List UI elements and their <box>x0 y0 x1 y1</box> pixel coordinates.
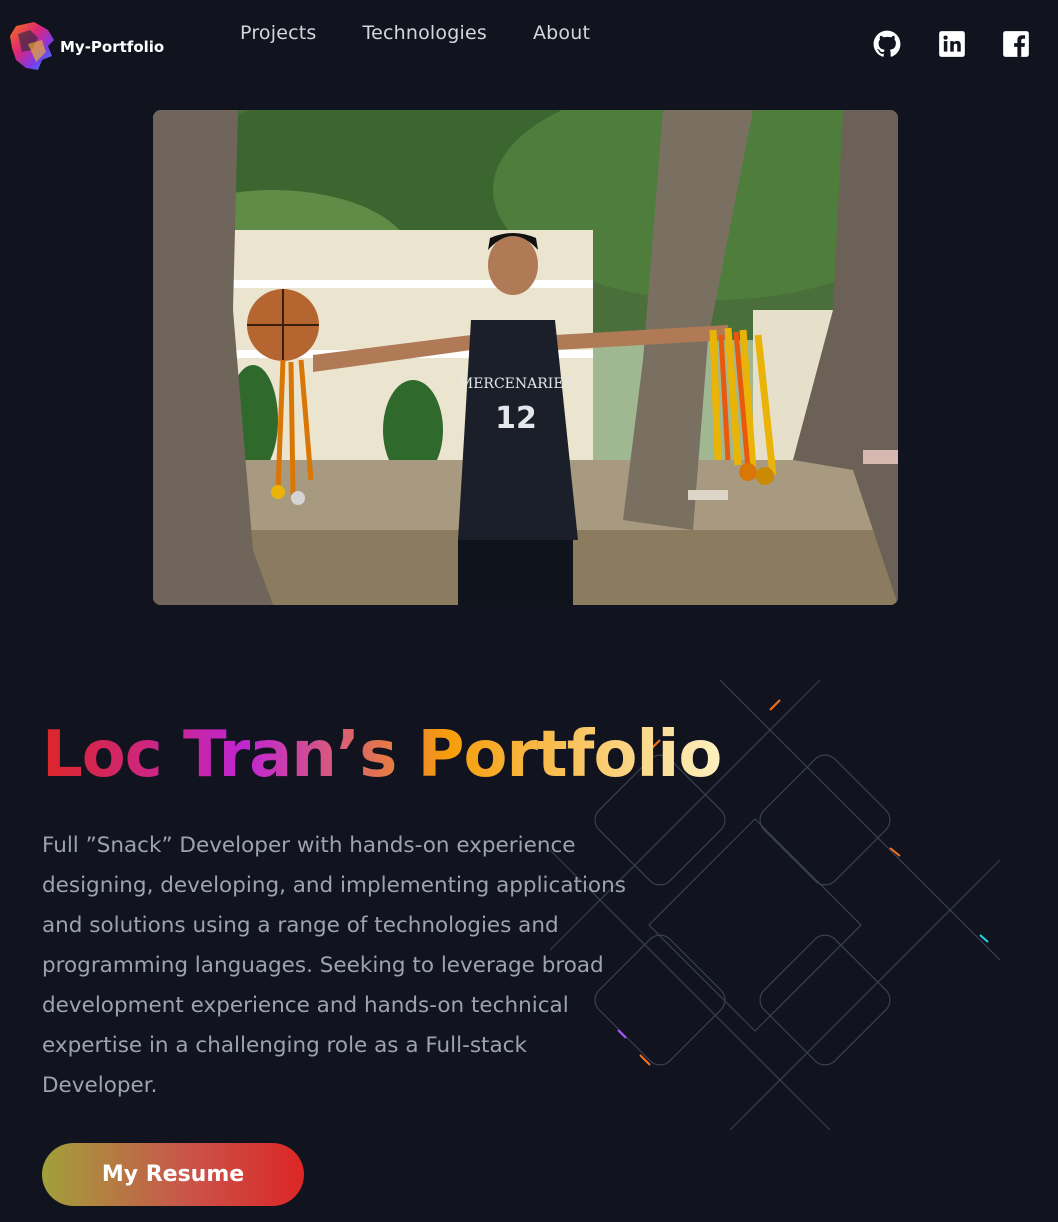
page-title: Loc Tran’s Portfolio <box>42 718 722 792</box>
facebook-icon <box>1003 31 1029 57</box>
jersey-number: 12 <box>495 401 537 436</box>
linkedin-link[interactable] <box>938 30 966 58</box>
github-link[interactable] <box>873 30 901 58</box>
resume-button[interactable]: My Resume <box>42 1143 304 1206</box>
nav-links: Projects Technologies About <box>240 22 636 44</box>
logo-text: My-Portfolio <box>60 38 165 56</box>
top-nav: My-Portfolio Projects Technologies About <box>0 0 1058 90</box>
lion-logo-icon <box>10 22 54 70</box>
github-icon <box>873 30 901 57</box>
logo-link[interactable]: My-Portfolio <box>8 20 164 72</box>
hero-photo: MERCENARIES 12 <box>153 110 898 605</box>
nav-link-about[interactable]: About <box>533 22 590 44</box>
nav-link-technologies[interactable]: Technologies <box>363 22 487 44</box>
jersey-text: MERCENARIES <box>459 376 573 392</box>
facebook-link[interactable] <box>1002 30 1030 58</box>
linkedin-icon <box>939 31 965 57</box>
bio-paragraph: Full ”Snack” Developer with hands-on exp… <box>42 833 626 1098</box>
nav-link-projects[interactable]: Projects <box>240 22 317 44</box>
